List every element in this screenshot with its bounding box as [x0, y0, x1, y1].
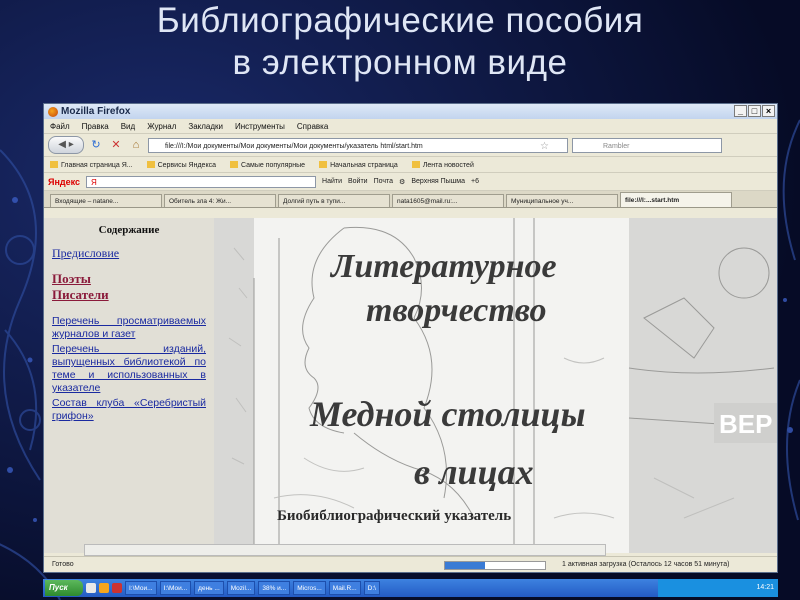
- stop-icon[interactable]: ✕: [108, 137, 124, 153]
- reload-icon[interactable]: ↻: [88, 137, 104, 153]
- slide-title-line1: Библиографические пособия: [156, 1, 644, 40]
- page-content: Содержание Предисловие Поэты Писатели Пе…: [44, 218, 777, 553]
- window-title: Mozilla Firefox: [61, 106, 131, 117]
- back-forward-button[interactable]: ◀ ▸: [48, 136, 84, 154]
- firefox-quicklaunch-icon[interactable]: [99, 583, 109, 593]
- horizontal-scrollbar[interactable]: [84, 544, 606, 556]
- taskbar-item[interactable]: 38% и...: [258, 581, 291, 595]
- menu-bookmarks[interactable]: Закладки: [188, 122, 223, 131]
- minimize-button[interactable]: _: [734, 105, 747, 117]
- taskbar-item[interactable]: Micros...: [293, 581, 326, 595]
- bookmark-item[interactable]: Начальная страница: [319, 161, 398, 169]
- clock: 14:21: [756, 584, 774, 591]
- yandex-mail-button[interactable]: Почта: [374, 178, 393, 185]
- banner-line2: творчество: [366, 292, 547, 329]
- link-writers[interactable]: Писатели: [52, 287, 206, 303]
- maximize-button[interactable]: □: [748, 105, 761, 117]
- bookmark-item[interactable]: Самые популярные: [230, 161, 305, 169]
- banner-line3: Медной столицы: [310, 394, 586, 434]
- yandex-search-input[interactable]: Я: [86, 175, 317, 188]
- taskbar-item[interactable]: день ...: [194, 581, 224, 595]
- menu-edit[interactable]: Правка: [82, 122, 109, 131]
- weather-location[interactable]: Верхняя Пышма: [411, 178, 465, 185]
- tab-mail[interactable]: nata1605@mail.ru:...: [392, 194, 504, 207]
- bookmark-star-icon[interactable]: ☆: [540, 139, 549, 152]
- status-loading: 1 активная загрузка (Осталось 12 часов 5…: [562, 561, 730, 568]
- download-progress: [444, 561, 546, 570]
- quicklaunch-icon[interactable]: [112, 583, 122, 593]
- tab-municipal[interactable]: Муниципальное уч...: [506, 194, 618, 207]
- slide-title-line2: в электронном виде: [232, 43, 568, 82]
- banner-side-text: ВЕР: [719, 409, 772, 439]
- status-bar: Готово 1 активная загрузка (Осталось 12 …: [44, 544, 777, 572]
- firefox-icon: [48, 106, 58, 117]
- tab-start-active[interactable]: file:///I:...start.htm: [620, 192, 732, 207]
- bookmark-item[interactable]: Сервисы Яндекса: [147, 161, 216, 169]
- gear-icon[interactable]: ⚙: [399, 178, 405, 186]
- search-box[interactable]: Rambler: [572, 137, 722, 153]
- taskbar-item[interactable]: I:\Мои...: [125, 581, 157, 595]
- banner-line4: в лицах: [414, 452, 534, 492]
- search-placeholder: Rambler: [603, 142, 630, 150]
- banner-line1: Литературное: [331, 248, 557, 285]
- contents-heading: Содержание: [98, 224, 160, 236]
- banner-subtitle: Биобиблиографический указатель: [277, 508, 512, 524]
- slide-title: Библиографические пособия в электронном …: [0, 0, 800, 84]
- menu-history[interactable]: Журнал: [147, 122, 176, 131]
- yandex-login-button[interactable]: Войти: [348, 178, 368, 185]
- weather-temp: +6: [470, 178, 479, 185]
- bookmark-item[interactable]: Лента новостей: [412, 161, 474, 169]
- url-text: file:///I:/Мои документы/Мои документы/М…: [165, 142, 423, 150]
- quicklaunch-icon[interactable]: [86, 583, 96, 593]
- taskbar-item[interactable]: Mozil...: [226, 581, 256, 595]
- yandex-logo: Яндекс: [48, 176, 81, 187]
- taskbar-item[interactable]: I:\Мои...: [159, 581, 192, 595]
- navigation-toolbar: ◀ ▸ ↻ ✕ ⌂ file:///I:/Мои документы/Мои д…: [44, 134, 777, 157]
- link-periodicals[interactable]: Перечень просматриваемых журналов и газе…: [52, 315, 206, 341]
- window-controls: _ □ ×: [734, 105, 775, 117]
- tab-long-way[interactable]: Долгий путь в тупи...: [278, 194, 390, 207]
- url-bar[interactable]: file:///I:/Мои документы/Мои документы/М…: [148, 137, 568, 153]
- contents-sidebar: Содержание Предисловие Поэты Писатели Пе…: [44, 218, 214, 553]
- bookmarks-toolbar: Главная страница Я... Сервисы Яндекса Са…: [44, 157, 777, 173]
- menu-tools[interactable]: Инструменты: [235, 122, 285, 131]
- link-club[interactable]: Состав клуба «Серебристый грифон»: [52, 397, 206, 423]
- bookmark-item[interactable]: Главная страница Я...: [50, 161, 133, 169]
- window-titlebar: Mozilla Firefox _ □ ×: [44, 104, 777, 119]
- menu-help[interactable]: Справка: [297, 122, 328, 131]
- menu-view[interactable]: Вид: [121, 122, 135, 131]
- yandex-toolbar: Яндекс Я Найти Войти Почта ⚙ Верхняя Пыш…: [44, 173, 777, 191]
- home-icon[interactable]: ⌂: [128, 137, 144, 153]
- yandex-find-button[interactable]: Найти: [322, 178, 342, 185]
- windows-taskbar: Пуск I:\Мои... I:\Мои... день ... Mozil.…: [43, 579, 778, 597]
- tab-resident-evil[interactable]: Обитель зла 4: Жи...: [164, 194, 276, 207]
- banner-image: ВЕР Литературное творчество Медной столи…: [214, 218, 777, 553]
- start-button[interactable]: Пуск: [45, 580, 83, 596]
- tab-bar: Входящие – natane... Обитель зла 4: Жи..…: [44, 191, 777, 208]
- taskbar-item[interactable]: D:\: [363, 581, 380, 595]
- menu-file[interactable]: Файл: [50, 122, 70, 131]
- firefox-window: Mozilla Firefox _ □ × Файл Правка Вид Жу…: [43, 103, 778, 573]
- menu-bar: Файл Правка Вид Журнал Закладки Инструме…: [44, 119, 777, 134]
- status-ready: Готово: [52, 561, 74, 568]
- close-button[interactable]: ×: [762, 105, 775, 117]
- tab-inbox[interactable]: Входящие – natane...: [50, 194, 162, 207]
- link-poets[interactable]: Поэты: [52, 271, 206, 287]
- link-publications[interactable]: Перечень изданий, выпущенных библиотекой…: [52, 343, 206, 395]
- system-tray: 14:21: [658, 579, 778, 597]
- link-preface[interactable]: Предисловие: [52, 246, 206, 261]
- taskbar-item[interactable]: Mail.R...: [328, 581, 361, 595]
